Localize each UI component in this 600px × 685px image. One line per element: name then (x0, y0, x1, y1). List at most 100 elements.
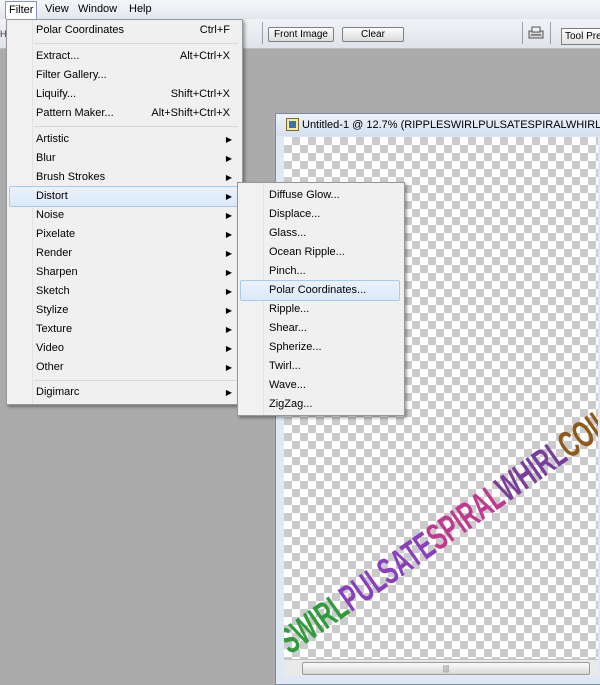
options-divider (522, 22, 523, 44)
menu-item-render[interactable]: Render ▶ (9, 244, 238, 263)
menu-window[interactable]: Window (75, 2, 120, 17)
submenu-arrow-icon: ▶ (225, 211, 232, 220)
menu-item-label: Texture (36, 323, 73, 335)
menu-separator (34, 43, 238, 44)
menu-view[interactable]: View (42, 2, 72, 17)
menu-item-label: Distort (36, 190, 68, 202)
submenu-arrow-icon: ▶ (225, 192, 232, 201)
menu-item-label: Polar Coordinates... (269, 284, 367, 296)
menu-item-label: Extract... (36, 50, 80, 62)
menu-item-shortcut: Alt+Ctrl+X (179, 50, 230, 62)
menu-item-label: Ocean Ripple... (269, 246, 345, 258)
menu-item-pixelate[interactable]: Pixelate ▶ (9, 225, 238, 244)
menu-item-shortcut: Alt+Shift+Ctrl+X (151, 107, 230, 119)
menu-item-distort[interactable]: Distort ▶ (9, 186, 238, 207)
menu-item-label: Polar Coordinates (36, 24, 125, 36)
canvas-word: PULSATE (332, 524, 443, 619)
tool-presets-button[interactable]: Tool Pres (561, 28, 600, 45)
menu-item-label: ZigZag... (269, 398, 313, 410)
front-image-button[interactable]: Front Image (268, 27, 334, 42)
submenu-arrow-icon: ▶ (225, 268, 232, 277)
menu-item-sharpen[interactable]: Sharpen ▶ (9, 263, 238, 282)
submenu-arrow-icon: ▶ (225, 306, 232, 315)
photoshop-doc-icon (286, 118, 299, 131)
menu-filter[interactable]: Filter (5, 1, 38, 19)
menu-bar: Filter View Window Help (0, 0, 600, 20)
menu-item-label: Sketch (36, 285, 70, 297)
menu-item-polar-coordinates-last[interactable]: Polar Coordinates Ctrl+F (9, 21, 238, 40)
menu-item-label: Wave... (269, 379, 306, 391)
menu-item-digimarc[interactable]: Digimarc ▶ (9, 383, 238, 402)
options-divider (550, 22, 551, 44)
menu-item-spherize[interactable]: Spherize... (240, 338, 400, 357)
submenu-arrow-icon: ▶ (225, 344, 232, 353)
menu-item-displace[interactable]: Displace... (240, 205, 400, 224)
menu-item-label: Pixelate (36, 228, 76, 240)
menu-item-texture[interactable]: Texture ▶ (9, 320, 238, 339)
menu-item-label: Shear... (269, 322, 307, 334)
submenu-arrow-icon: ▶ (225, 363, 232, 372)
menu-item-label: Sharpen (36, 266, 78, 278)
menu-item-diffuse-glow[interactable]: Diffuse Glow... (240, 186, 400, 205)
menu-item-blur[interactable]: Blur ▶ (9, 149, 238, 168)
menu-item-noise[interactable]: Noise ▶ (9, 206, 238, 225)
submenu-arrow-icon: ▶ (225, 249, 232, 258)
menu-item-brush-strokes[interactable]: Brush Strokes ▶ (9, 168, 238, 187)
menu-item-ocean-ripple[interactable]: Ocean Ripple... (240, 243, 400, 262)
menu-item-label: Filter Gallery... (36, 69, 107, 81)
options-divider (262, 22, 263, 44)
menu-item-wave[interactable]: Wave... (240, 376, 400, 395)
submenu-arrow-icon: ▶ (225, 230, 232, 239)
menu-separator (34, 380, 238, 381)
menu-item-label: Blur (36, 152, 56, 164)
menu-item-label: Ripple... (269, 303, 310, 315)
distort-submenu: Diffuse Glow... Displace... Glass... Oce… (237, 182, 405, 416)
menu-item-filter-gallery[interactable]: Filter Gallery... (9, 66, 238, 85)
menu-item-pattern-maker[interactable]: Pattern Maker... Alt+Shift+Ctrl+X (9, 104, 238, 123)
menu-item-label: Stylize (36, 304, 69, 316)
menu-item-label: Artistic (36, 133, 69, 145)
menu-item-other[interactable]: Other ▶ (9, 358, 238, 377)
menu-item-polar-coordinates[interactable]: Polar Coordinates... (240, 280, 400, 301)
menu-item-label: Pattern Maker... (36, 107, 114, 119)
submenu-arrow-icon: ▶ (225, 154, 232, 163)
menu-item-sketch[interactable]: Sketch ▶ (9, 282, 238, 301)
menu-separator (34, 126, 238, 127)
menu-item-twirl[interactable]: Twirl... (240, 357, 400, 376)
menu-item-label: Glass... (269, 227, 307, 239)
submenu-arrow-icon: ▶ (225, 388, 232, 397)
menu-item-label: Displace... (269, 208, 321, 220)
menu-item-label: Diffuse Glow... (269, 189, 340, 201)
scroll-thumb[interactable]: ||| (302, 662, 590, 675)
submenu-arrow-icon: ▶ (225, 287, 232, 296)
tool-presets-icon[interactable] (527, 25, 545, 41)
document-title-bar[interactable]: Untitled-1 @ 12.7% (RIPPLESWIRLPULSATESP… (276, 114, 600, 136)
menu-item-extract[interactable]: Extract... Alt+Ctrl+X (9, 47, 238, 66)
menu-item-label: Pinch... (269, 265, 306, 277)
menu-help[interactable]: Help (126, 2, 155, 17)
menu-item-artistic[interactable]: Artistic ▶ (9, 130, 238, 149)
menu-item-liquify[interactable]: Liquify... Shift+Ctrl+X (9, 85, 238, 104)
menu-item-pinch[interactable]: Pinch... (240, 262, 400, 281)
menu-item-stylize[interactable]: Stylize ▶ (9, 301, 238, 320)
menu-item-label: Brush Strokes (36, 171, 106, 183)
menu-item-label: Spherize... (269, 341, 322, 353)
menu-item-label: Noise (36, 209, 65, 221)
menu-item-label: Render (36, 247, 73, 259)
menu-item-label: Digimarc (36, 386, 80, 398)
submenu-arrow-icon: ▶ (225, 325, 232, 334)
menu-item-ripple[interactable]: Ripple... (240, 300, 400, 319)
menu-item-shear[interactable]: Shear... (240, 319, 400, 338)
clear-button[interactable]: Clear (342, 27, 404, 42)
menu-item-video[interactable]: Video ▶ (9, 339, 238, 358)
horizontal-scrollbar[interactable]: ||| (284, 659, 598, 676)
filter-menu: Polar Coordinates Ctrl+F Extract... Alt+… (6, 19, 243, 405)
menu-item-shortcut: Shift+Ctrl+X (170, 88, 230, 100)
submenu-arrow-icon: ▶ (225, 135, 232, 144)
menu-item-label: Liquify... (36, 88, 77, 100)
menu-item-zigzag[interactable]: ZigZag... (240, 395, 400, 414)
document-title: Untitled-1 @ 12.7% (RIPPLESWIRLPULSATESP… (302, 119, 600, 131)
menu-item-label: Twirl... (269, 360, 301, 372)
submenu-arrow-icon: ▶ (225, 173, 232, 182)
menu-item-glass[interactable]: Glass... (240, 224, 400, 243)
